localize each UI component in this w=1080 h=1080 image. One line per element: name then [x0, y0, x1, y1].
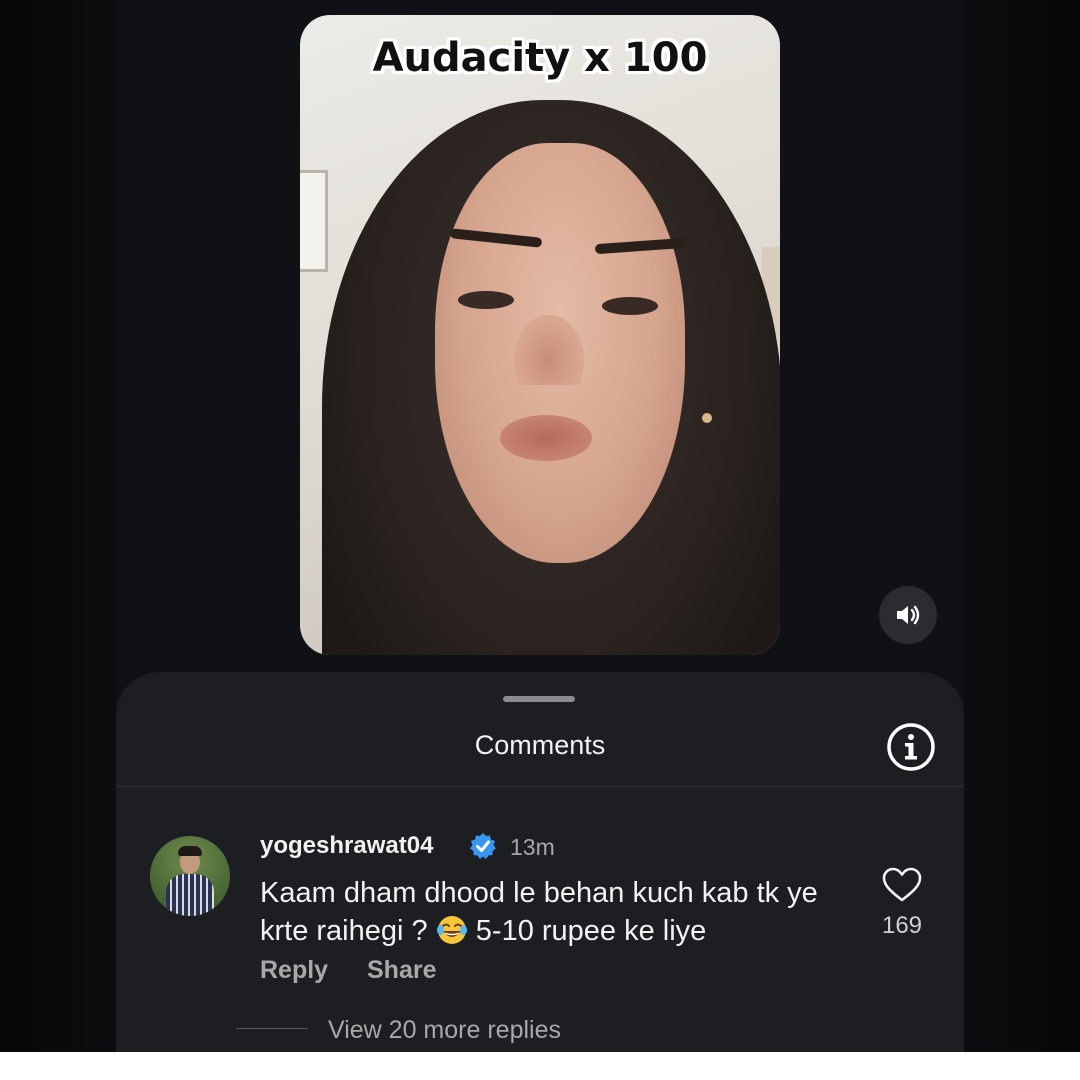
right-backdrop	[964, 0, 1080, 1052]
replies-divider-line	[236, 1028, 308, 1029]
comments-sheet: Comments yogeshrawat04 13m Kaam dham dho…	[116, 672, 964, 1052]
wall-picture-frame	[300, 170, 328, 272]
nose	[514, 315, 584, 385]
like-count: 169	[881, 912, 923, 939]
info-button[interactable]	[886, 722, 936, 772]
avatar[interactable]	[150, 836, 230, 916]
video-player[interactable]: Audacity x 100	[300, 15, 780, 655]
sheet-divider	[116, 786, 964, 787]
speaker-on-icon	[897, 605, 920, 625]
earring	[702, 413, 712, 423]
face-with-tears-of-joy-emoji	[436, 916, 467, 944]
info-icon	[887, 723, 935, 771]
sheet-drag-handle[interactable]	[503, 696, 575, 702]
app-frame: Audacity x 100 Comments yogeshrawat04 13…	[0, 0, 1080, 1052]
comment-text: Kaam dham dhood le behan kuch kab tk ye …	[260, 874, 850, 950]
left-backdrop	[0, 0, 116, 1052]
view-more-replies-link[interactable]: View 20 more replies	[328, 1016, 561, 1045]
mouth	[500, 415, 592, 461]
heart-outline-icon[interactable]	[882, 867, 922, 903]
reply-button[interactable]: Reply	[260, 956, 328, 985]
video-caption: Audacity x 100	[372, 35, 708, 81]
share-button[interactable]: Share	[367, 956, 436, 985]
right-eye	[602, 297, 658, 315]
sound-toggle-button[interactable]	[879, 586, 937, 644]
comment-username[interactable]: yogeshrawat04	[260, 832, 433, 860]
comment-text-part2: 5-10 rupee ke liye	[475, 915, 707, 947]
verified-badge-icon	[470, 833, 496, 859]
left-eye	[458, 291, 514, 309]
sheet-title: Comments	[474, 730, 606, 760]
comment-timestamp: 13m	[510, 834, 555, 860]
